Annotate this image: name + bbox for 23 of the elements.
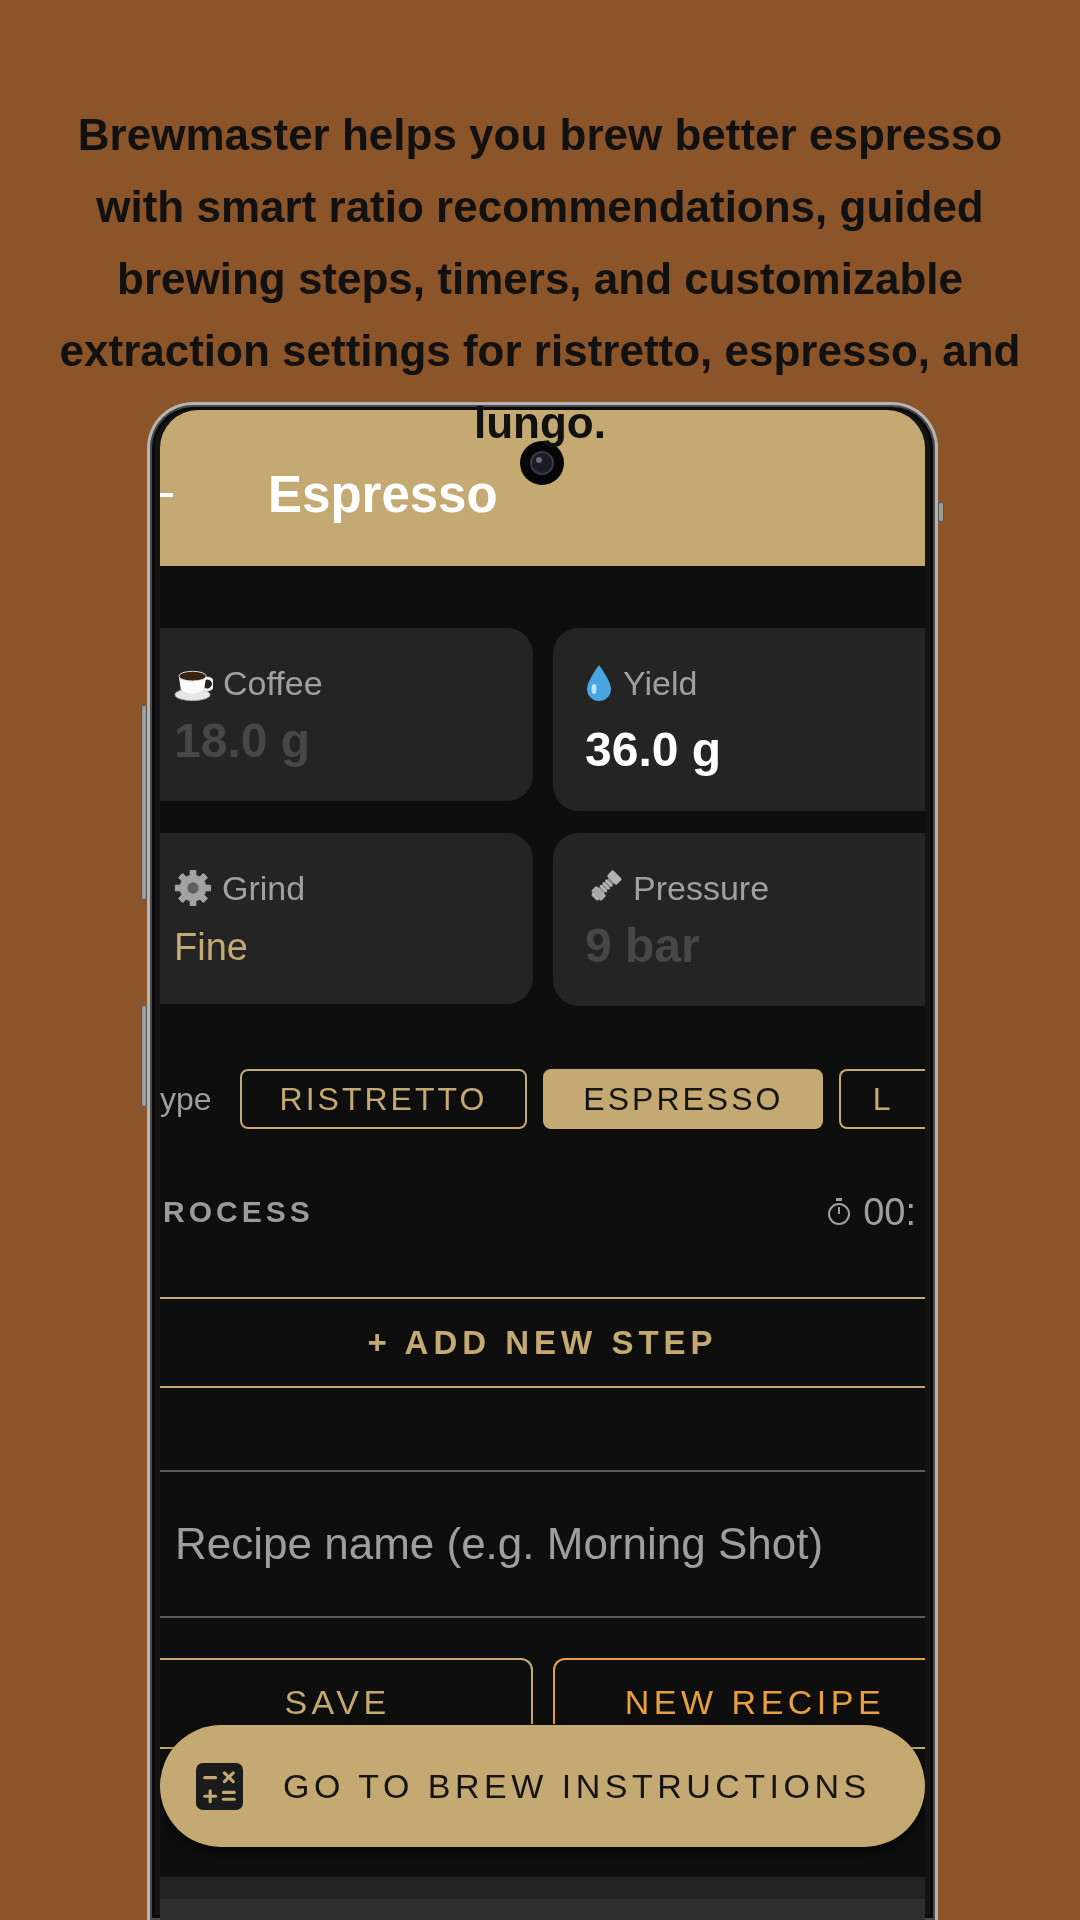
calculator-icon: [196, 1762, 243, 1810]
card-value: 36.0 g: [585, 722, 722, 778]
gear-icon: [174, 869, 212, 907]
phone-side-key: [938, 502, 944, 522]
card-label: Yield: [623, 663, 698, 704]
field-label: ype: [160, 1080, 212, 1118]
dash-icon: [160, 492, 173, 497]
card-label: Coffee: [223, 663, 323, 704]
brew-instructions-button[interactable]: GO TO BREW INSTRUCTIONS: [160, 1725, 925, 1847]
water-drop-icon: [585, 664, 613, 702]
timer-text: 00:: [863, 1190, 916, 1234]
add-step-button[interactable]: + ADD NEW STEP: [160, 1297, 925, 1388]
type-option-button[interactable]: ESPRESSO: [543, 1069, 824, 1129]
card-label: Grind: [222, 868, 306, 909]
screen-title: Espresso: [268, 464, 498, 525]
type-option-button[interactable]: RISTRETTO: [239, 1069, 528, 1129]
card-value: Fine: [174, 925, 248, 970]
recipe-name-input[interactable]: Recipe name (e.g. Morning Shot): [160, 1470, 925, 1618]
type-option-button[interactable]: L: [839, 1069, 925, 1129]
section-title: ROCESS: [163, 1194, 314, 1230]
stopwatch-icon: [827, 1198, 852, 1226]
card-label: Pressure: [633, 868, 770, 909]
caption-text: Brewmaster helps you brew better espresso with smart ratio recommendations, guided brewing steps, timers, and customizable extraction settings for ristretto, espresso, and lungo.: [58, 109, 1022, 449]
